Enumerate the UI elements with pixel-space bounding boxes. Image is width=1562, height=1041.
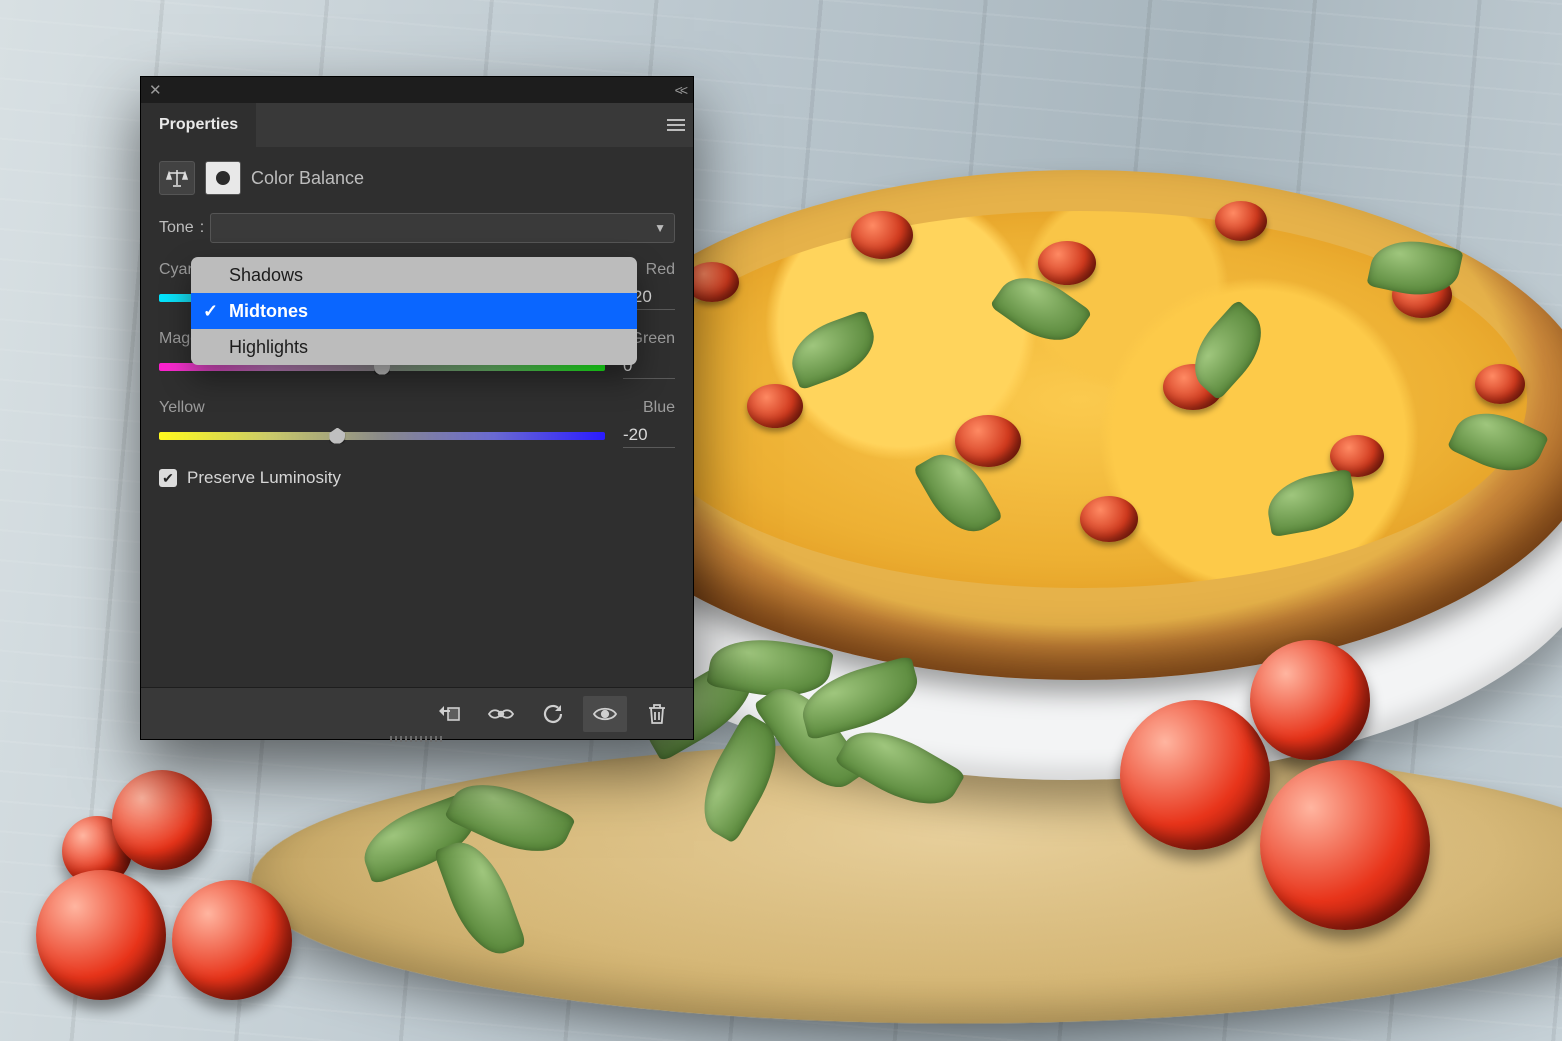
tone-option-highlights[interactable]: Highlights xyxy=(191,329,637,365)
view-previous-icon[interactable] xyxy=(479,696,523,732)
mask-icon[interactable] xyxy=(205,161,241,195)
slider-track[interactable] xyxy=(159,432,605,440)
tone-option-midtones[interactable]: Midtones xyxy=(191,293,637,329)
preserve-label: Preserve Luminosity xyxy=(187,468,341,488)
slider-right-label: Red xyxy=(646,261,675,279)
slider-yellow-blue: Yellow Blue -20 xyxy=(159,399,675,448)
tone-label: Tone xyxy=(159,219,194,237)
reset-icon[interactable] xyxy=(531,696,575,732)
collapse-icon[interactable]: << xyxy=(675,82,685,98)
preserve-luminosity-checkbox[interactable]: ✔ Preserve Luminosity xyxy=(159,468,675,488)
balance-icon[interactable] xyxy=(159,161,195,195)
adjustment-header: Color Balance xyxy=(159,161,675,195)
tone-dropdown-menu: Shadows Midtones Highlights xyxy=(191,257,637,365)
slider-thumb[interactable] xyxy=(329,428,345,444)
slider-value-input[interactable]: -20 xyxy=(623,423,675,448)
checkbox-checked-icon: ✔ xyxy=(159,469,177,487)
tab-properties[interactable]: Properties xyxy=(141,103,256,147)
slider-right-label: Green xyxy=(631,330,675,348)
tone-option-shadows[interactable]: Shadows xyxy=(191,257,637,293)
panel-titlebar[interactable]: ✕ << xyxy=(141,77,693,103)
slider-right-label: Blue xyxy=(643,399,675,417)
resize-gripper[interactable] xyxy=(390,736,444,742)
visibility-icon[interactable] xyxy=(583,696,627,732)
panel-tabbar: Properties xyxy=(141,103,693,147)
tone-dropdown[interactable]: ▼ xyxy=(210,213,675,243)
delete-icon[interactable] xyxy=(635,696,679,732)
properties-panel: ✕ << Properties Color Balance Tone: ▼ xyxy=(140,76,694,740)
chevron-down-icon: ▼ xyxy=(654,221,666,235)
panel-menu-icon[interactable] xyxy=(659,103,693,147)
close-icon[interactable]: ✕ xyxy=(149,81,162,99)
panel-footer xyxy=(141,687,693,739)
slider-left-label: Yellow xyxy=(159,399,205,417)
adjustment-title: Color Balance xyxy=(251,168,364,189)
clip-to-layer-icon[interactable] xyxy=(427,696,471,732)
